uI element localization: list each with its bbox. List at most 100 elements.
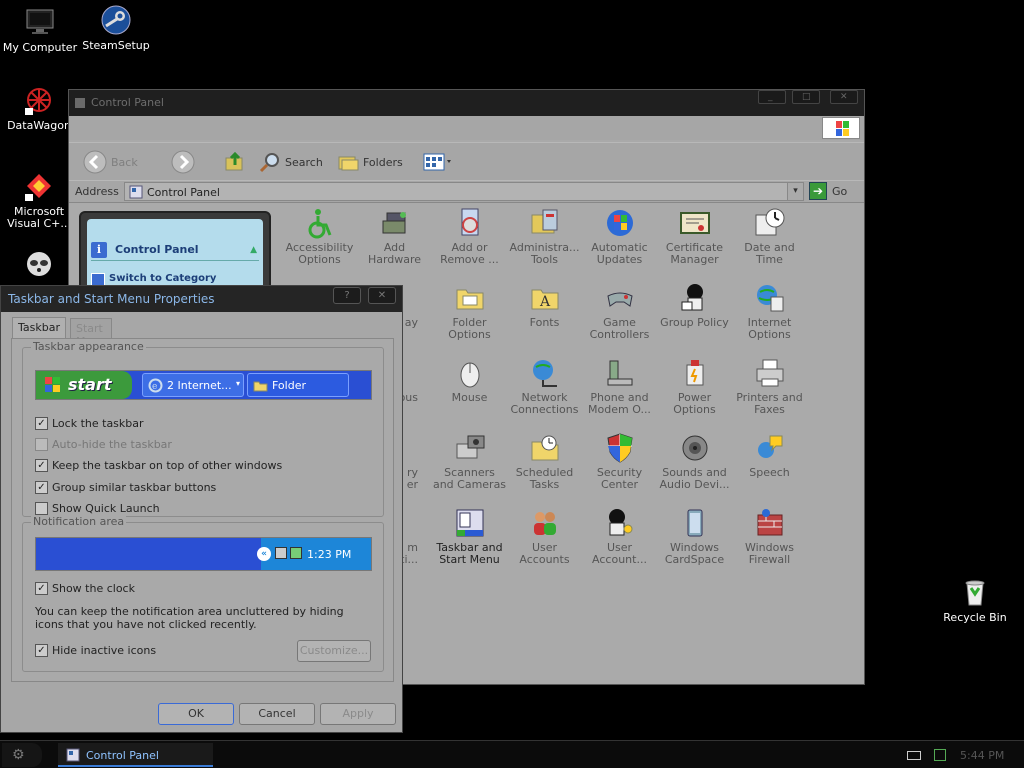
- cp-item-windows-firewall[interactable]: Windows Firewall: [732, 507, 807, 566]
- cp-item-administrative-tools[interactable]: Administra... Tools: [507, 207, 582, 266]
- keyboard-icon[interactable]: [907, 751, 921, 760]
- task-pane-title: Control Panel: [115, 243, 199, 256]
- group-buttons-checkbox[interactable]: ✓ Group similar taskbar buttons: [35, 480, 216, 495]
- dialog-titlebar[interactable]: Taskbar and Start Menu Properties ? ✕: [1, 286, 402, 312]
- steam-icon: [101, 5, 131, 35]
- cp-item-accessibility-options[interactable]: Accessibility Options: [282, 207, 357, 266]
- desktop-icon-steamsetup[interactable]: SteamSetup: [76, 4, 156, 52]
- cp-item-speech[interactable]: Speech: [732, 432, 807, 479]
- cp-item-taskbar-and-start-menu[interactable]: Taskbar and Start Menu: [432, 507, 507, 566]
- cp-item-mouse[interactable]: Mouse: [432, 357, 507, 404]
- quick-launch-checkbox[interactable]: Show Quick Launch: [35, 501, 160, 516]
- folder-options-icon: [456, 289, 483, 310]
- task-pane-header[interactable]: i Control Panel ▲: [91, 239, 259, 261]
- apply-button[interactable]: Apply: [320, 703, 396, 725]
- switch-to-category-link[interactable]: Switch to Category: [91, 273, 216, 287]
- minimize-button[interactable]: _: [758, 90, 786, 104]
- desktop-icon-label: Recycle Bin: [943, 611, 1007, 624]
- notification-area-group: Notification area « 1:23 PM ✓ Show the c…: [22, 515, 384, 672]
- help-button[interactable]: ?: [333, 287, 361, 304]
- taskbar-button-control-panel[interactable]: Control Panel: [58, 743, 213, 767]
- cp-item-network-connections[interactable]: Network Connections: [507, 357, 582, 416]
- start-button[interactable]: ⚙: [2, 743, 42, 767]
- speech-icon: [757, 435, 782, 458]
- checkbox-label: Lock the taskbar: [52, 417, 144, 430]
- cp-item-printers-and-faxes[interactable]: Printers and Faxes: [732, 357, 807, 416]
- lock-taskbar-checkbox[interactable]: ✓ Lock the taskbar: [35, 416, 144, 431]
- cp-item-group-policy[interactable]: Group Policy: [657, 282, 732, 329]
- cp-item-game-controllers[interactable]: Game Controllers: [582, 282, 657, 341]
- cp-item-automatic-updates[interactable]: Automatic Updates: [582, 207, 657, 266]
- cp-item-scanners-and-cameras[interactable]: Scanners and Cameras: [432, 432, 507, 491]
- item-label: Account...: [592, 553, 647, 566]
- checkbox-box: ✓: [35, 417, 48, 430]
- folders-icon: [338, 156, 359, 171]
- address-dropdown-button[interactable]: ▾: [787, 183, 803, 200]
- checkbox-label: Show the clock: [52, 582, 135, 595]
- cp-item-folder-options[interactable]: Folder Options: [432, 282, 507, 341]
- notification-description: You can keep the notification area unclu…: [35, 605, 344, 631]
- auto-hide-checkbox[interactable]: Auto-hide the taskbar: [35, 437, 172, 452]
- task-preview-label: Folder: [272, 379, 306, 392]
- address-bar: Address Control Panel ▾ ➔ Go: [69, 180, 864, 202]
- up-button[interactable]: [224, 148, 246, 176]
- system-clock[interactable]: 5:44 PM: [960, 749, 1004, 762]
- start-icon: ⚙: [12, 747, 25, 763]
- go-button[interactable]: ➔ Go: [809, 182, 847, 200]
- address-label: Address: [75, 185, 119, 198]
- tab-taskbar[interactable]: Taskbar: [12, 317, 66, 338]
- search-button[interactable]: Search: [259, 148, 323, 176]
- expand-tray-icon: «: [257, 547, 271, 561]
- keep-on-top-checkbox[interactable]: ✓ Keep the taskbar on top of other windo…: [35, 458, 282, 473]
- windows-logo: [822, 117, 860, 139]
- back-button[interactable]: Back: [83, 148, 138, 176]
- cp-item-windows-cardspace[interactable]: Windows CardSpace: [657, 507, 732, 566]
- cp-item-fonts[interactable]: A Fonts: [507, 282, 582, 329]
- cp-item-sounds-and-audio[interactable]: Sounds and Audio Devi...: [657, 432, 732, 491]
- cp-item-security-center[interactable]: Security Center: [582, 432, 657, 491]
- window-titlebar[interactable]: Control Panel _ □ ✕: [69, 90, 864, 116]
- cp-item-power-options[interactable]: Power Options: [657, 357, 732, 416]
- desktop-icon-recycle-bin[interactable]: Recycle Bin: [935, 576, 1015, 624]
- security-shield-icon: [606, 433, 633, 463]
- recycle-bin-icon: [965, 580, 985, 606]
- cp-item-certificate-manager[interactable]: Certificate Manager: [657, 207, 732, 266]
- views-button[interactable]: [423, 148, 453, 176]
- group-policy-icon: [681, 284, 703, 311]
- cp-item-internet-options[interactable]: Internet Options: [732, 282, 807, 341]
- taskbar-tab-panel: Taskbar appearance start e 2 Internet...…: [11, 338, 394, 682]
- customize-button[interactable]: Customize...: [297, 640, 371, 662]
- firewall-icon: [757, 509, 782, 536]
- cp-item-add-hardware[interactable]: Add Hardware: [357, 207, 432, 266]
- fonts-icon: A: [531, 289, 558, 310]
- maximize-button[interactable]: □: [792, 90, 820, 104]
- folders-button[interactable]: Folders: [337, 148, 403, 176]
- cp-item-user-accounts[interactable]: User Accounts: [507, 507, 582, 566]
- item-label: Options: [748, 328, 791, 341]
- item-label: Time: [756, 253, 783, 266]
- dialog-close-button[interactable]: ✕: [368, 287, 396, 304]
- show-clock-checkbox[interactable]: ✓ Show the clock: [35, 581, 135, 596]
- tray-app-icon: [290, 547, 302, 559]
- item-label: Options: [673, 403, 716, 416]
- cp-item-add-remove-programs[interactable]: Add or Remove ...: [432, 207, 507, 266]
- add-hardware-icon: [382, 212, 406, 234]
- hide-inactive-checkbox[interactable]: ✓ Hide inactive icons: [35, 643, 156, 658]
- checkbox-box: [35, 438, 48, 451]
- cp-item-user-account-2[interactable]: User Account...: [582, 507, 657, 566]
- printer-icon: [756, 359, 783, 387]
- tray-app-icon[interactable]: [934, 749, 946, 761]
- ok-button[interactable]: OK: [158, 703, 234, 725]
- network-connections-icon: [532, 360, 557, 387]
- chevron-down-icon: ▾: [235, 379, 240, 388]
- tab-start-menu[interactable]: Start Menu: [70, 318, 113, 348]
- cancel-button[interactable]: Cancel: [239, 703, 315, 725]
- cp-item-date-and-time[interactable]: Date and Time: [732, 207, 807, 266]
- minimize-icon: _: [768, 92, 773, 102]
- close-button[interactable]: ✕: [830, 90, 858, 104]
- desktop-icon-my-computer[interactable]: My Computer: [0, 6, 80, 54]
- cp-item-phone-and-modem[interactable]: Phone and Modem O...: [582, 357, 657, 416]
- forward-button[interactable]: [171, 148, 195, 176]
- cp-item-scheduled-tasks[interactable]: Scheduled Tasks: [507, 432, 582, 491]
- address-input[interactable]: Control Panel ▾: [124, 182, 804, 201]
